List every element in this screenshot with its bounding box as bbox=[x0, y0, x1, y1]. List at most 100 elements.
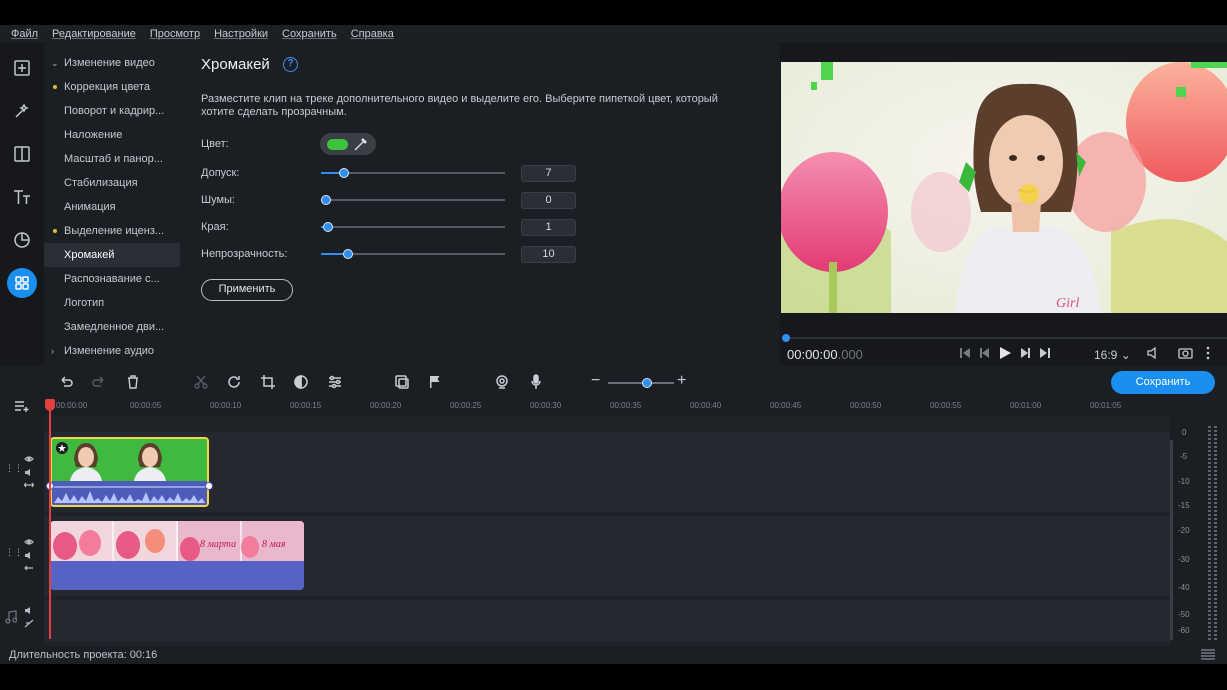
cut-icon[interactable] bbox=[193, 374, 209, 390]
audio-level-meter: 0 -5 -10 -15 -20 -30 -40 -50 -60 bbox=[1170, 416, 1227, 646]
timecode: 00:00:00.000 bbox=[787, 347, 863, 362]
opacity-slider[interactable] bbox=[321, 248, 505, 260]
noise-slider[interactable] bbox=[321, 194, 505, 206]
noise-value[interactable]: 0 bbox=[521, 192, 576, 209]
magic-wand-icon[interactable] bbox=[6, 95, 38, 127]
mute-icon[interactable] bbox=[24, 606, 34, 617]
edges-value[interactable]: 1 bbox=[521, 219, 576, 236]
preview-progress[interactable] bbox=[782, 334, 1227, 342]
detach-icon[interactable] bbox=[24, 564, 34, 574]
menu-save[interactable]: Сохранить bbox=[282, 28, 337, 40]
play-icon[interactable] bbox=[998, 346, 1012, 362]
properties-icon[interactable] bbox=[327, 374, 343, 390]
nav-overlay[interactable]: Наложение bbox=[44, 123, 180, 147]
menu-settings[interactable]: Настройки bbox=[214, 28, 268, 40]
menu-view[interactable]: Просмотр bbox=[150, 28, 200, 40]
titles-icon[interactable] bbox=[6, 181, 38, 213]
zoom-in-icon[interactable]: + bbox=[677, 372, 693, 389]
window-top-bar bbox=[0, 0, 1227, 25]
menu-help[interactable]: Справка bbox=[351, 28, 394, 40]
nav-audio-edit-group[interactable]: › Изменение аудио bbox=[44, 339, 180, 363]
panel-layout-icon[interactable] bbox=[1201, 649, 1215, 661]
panel-description: Разместите клип на треке дополнительного… bbox=[201, 93, 718, 118]
microphone-icon[interactable] bbox=[528, 374, 544, 390]
aspect-ratio-select[interactable]: 16:9 ⌄ bbox=[1094, 348, 1131, 364]
overlay-video-clip[interactable] bbox=[50, 437, 209, 507]
nav-highlight-censor[interactable]: Выделение иценз... bbox=[44, 219, 180, 243]
color-label: Цвет: bbox=[201, 138, 229, 150]
key-color-swatch[interactable] bbox=[327, 139, 348, 150]
music-note-icon bbox=[5, 610, 18, 626]
transitions-icon[interactable] bbox=[6, 138, 38, 170]
background-video-clip[interactable]: 8 марта 8 мая bbox=[50, 521, 304, 590]
tolerance-label: Допуск: bbox=[201, 167, 240, 179]
edges-slider[interactable] bbox=[321, 221, 505, 233]
stickers-icon[interactable] bbox=[6, 224, 38, 256]
zoom-out-icon[interactable]: − bbox=[591, 372, 607, 389]
color-adjust-icon[interactable] bbox=[293, 374, 309, 390]
nav-zoom-pan[interactable]: Масштаб и панор... bbox=[44, 147, 180, 171]
eyedropper-icon[interactable] bbox=[353, 136, 369, 152]
chevron-right-icon: › bbox=[51, 346, 54, 356]
help-icon[interactable]: ? bbox=[283, 57, 298, 72]
opacity-value[interactable]: 10 bbox=[521, 246, 576, 263]
nav-animation[interactable]: Анимация bbox=[44, 195, 180, 219]
link-icon[interactable] bbox=[23, 481, 35, 491]
progress-handle[interactable] bbox=[782, 334, 790, 342]
timeline-scrollbar[interactable] bbox=[1170, 440, 1173, 640]
rotate-icon[interactable] bbox=[226, 374, 242, 390]
nav-stabilization[interactable]: Стабилизация bbox=[44, 171, 180, 195]
menu-edit[interactable]: Редактирование bbox=[52, 28, 136, 40]
nav-rotate-crop[interactable]: Поворот и кадрир... bbox=[44, 99, 180, 123]
volume-icon[interactable] bbox=[1146, 346, 1160, 362]
more-options-icon[interactable] bbox=[1205, 346, 1211, 362]
visibility-icon[interactable] bbox=[24, 455, 34, 465]
color-picker[interactable] bbox=[320, 133, 376, 155]
nav-logo[interactable]: Логотип bbox=[44, 291, 180, 315]
nav-slow-motion[interactable]: Замедленное дви... bbox=[44, 315, 180, 339]
timeline-ruler[interactable]: 00:00:00 00:00:05 00:00:10 00:00:15 00:0… bbox=[0, 398, 1227, 416]
audio-track[interactable] bbox=[0, 600, 1170, 642]
playhead[interactable] bbox=[49, 399, 51, 639]
visibility-icon[interactable] bbox=[24, 538, 34, 548]
clip-text-march-8: 8 марта bbox=[200, 539, 236, 550]
apply-button[interactable]: Применить bbox=[201, 279, 293, 301]
panel-title: Хромакей bbox=[201, 56, 270, 73]
save-button[interactable]: Сохранить bbox=[1111, 371, 1215, 394]
more-tools-icon[interactable] bbox=[7, 268, 37, 298]
webcam-icon[interactable] bbox=[494, 374, 510, 390]
audio-link-icon[interactable] bbox=[24, 619, 34, 630]
nav-chroma-key[interactable]: Хромакей bbox=[44, 243, 180, 267]
undo-icon[interactable] bbox=[58, 374, 74, 390]
tolerance-value[interactable]: 7 bbox=[521, 165, 576, 182]
delete-icon[interactable] bbox=[125, 374, 141, 390]
add-track-icon[interactable] bbox=[14, 399, 30, 415]
nav-color-correction[interactable]: Коррекция цвета bbox=[44, 75, 180, 99]
prev-frame-icon[interactable] bbox=[978, 346, 992, 362]
opacity-label: Непрозрачность: bbox=[201, 248, 288, 260]
overlay-audio-waveform[interactable] bbox=[52, 481, 207, 505]
redo-icon[interactable] bbox=[91, 374, 107, 390]
mute-icon[interactable] bbox=[24, 468, 34, 479]
marker-flag-icon[interactable] bbox=[427, 374, 443, 390]
crop-icon[interactable] bbox=[260, 374, 276, 390]
tolerance-slider[interactable] bbox=[321, 167, 505, 179]
timeline-zoom-handle[interactable] bbox=[642, 378, 652, 388]
track-grip-icon[interactable]: ⋮⋮ bbox=[5, 463, 23, 474]
next-frame-icon[interactable] bbox=[1018, 346, 1032, 362]
menu-file[interactable]: Файл bbox=[11, 28, 38, 40]
track-grip-icon[interactable]: ⋮⋮ bbox=[5, 547, 23, 558]
import-file-icon[interactable] bbox=[6, 52, 38, 84]
skip-start-icon[interactable] bbox=[958, 346, 972, 362]
shirt-print-text: Girl bbox=[1056, 296, 1079, 311]
audio-fade-out-handle[interactable] bbox=[205, 482, 213, 490]
timeline-zoom-slider[interactable] bbox=[608, 382, 674, 384]
skip-end-icon[interactable] bbox=[1038, 346, 1052, 362]
insert-clip-icon[interactable] bbox=[394, 374, 410, 390]
nav-recognition[interactable]: Распознавание с... bbox=[44, 267, 180, 291]
video-preview[interactable]: Girl bbox=[781, 62, 1227, 313]
mute-icon[interactable] bbox=[24, 551, 34, 562]
nav-video-edit-group[interactable]: ⌄ Изменение видео bbox=[44, 51, 180, 75]
window-bottom-bar bbox=[0, 664, 1227, 690]
snapshot-icon[interactable] bbox=[1178, 346, 1193, 362]
